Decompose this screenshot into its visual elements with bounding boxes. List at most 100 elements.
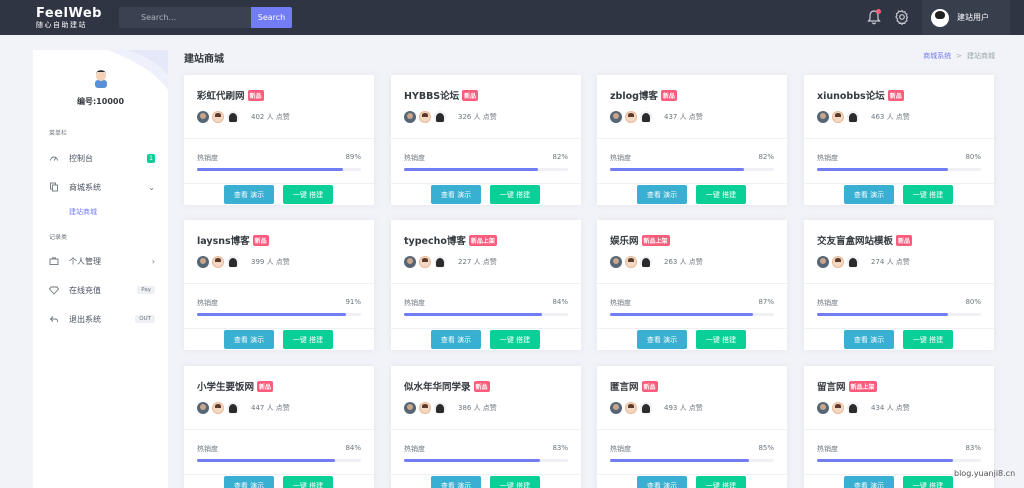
- product-name: 小学生要饭网: [197, 382, 255, 393]
- like-count: 437 人 点赞: [664, 113, 703, 121]
- new-tag: 新品上架: [468, 234, 497, 246]
- product-title: 娱乐网 新品上架: [610, 233, 670, 247]
- heat-value: 83%: [965, 444, 981, 452]
- section-records: 记录类: [49, 234, 68, 241]
- like-count: 274 人 点赞: [871, 258, 910, 266]
- sidebar-item-profile[interactable]: 个人管理 ›: [49, 254, 155, 268]
- heat-label: 热销度: [197, 154, 218, 162]
- heat-label: 热销度: [610, 299, 631, 307]
- divider: [804, 429, 994, 430]
- divider: [184, 138, 374, 139]
- heat-progress-fill: [404, 313, 542, 316]
- view-demo-button[interactable]: 查看 演示: [431, 330, 481, 349]
- heat-progress-fill: [817, 313, 949, 316]
- view-demo-button[interactable]: 查看 演示: [224, 330, 274, 349]
- product-card: 小学生要饭网 新品 447 人 点赞 热销度 84% 查看 演示 一键 搭建: [184, 366, 374, 488]
- like-count: 434 人 点赞: [871, 404, 910, 412]
- view-demo-button[interactable]: 查看 演示: [844, 476, 894, 488]
- divider: [804, 283, 994, 284]
- one-click-build-button[interactable]: 一键 搭建: [490, 330, 540, 349]
- product-card: zblog博客 新品 437 人 点赞 热销度 82% 查看 演示 一键 搭建: [597, 75, 787, 205]
- breadcrumb-link[interactable]: 商城系统: [923, 52, 951, 60]
- divider: [391, 138, 581, 139]
- divider: [391, 429, 581, 430]
- search-input[interactable]: Search...: [119, 7, 251, 28]
- avatar: [931, 8, 949, 27]
- sidebar-item-recharge[interactable]: 在线充值 Pay: [49, 283, 155, 297]
- logo[interactable]: FeelWeb 随心自助建站: [0, 7, 110, 29]
- avatar: [95, 70, 107, 88]
- view-demo-button[interactable]: 查看 演示: [224, 185, 274, 204]
- divider: [184, 183, 374, 184]
- view-demo-button[interactable]: 查看 演示: [844, 330, 894, 349]
- view-demo-button[interactable]: 查看 演示: [224, 476, 274, 488]
- heat-progress-bar: [817, 313, 981, 316]
- sidebar-subitem-site-store[interactable]: 建站商城: [69, 207, 97, 217]
- notification-dot: [876, 9, 881, 14]
- avatar: [212, 256, 224, 268]
- one-click-build-button[interactable]: 一键 搭建: [696, 476, 746, 488]
- diamond-icon: [49, 286, 59, 295]
- heat-value: 85%: [758, 444, 774, 452]
- divider: [597, 283, 787, 284]
- avatar: [212, 111, 224, 123]
- count-badge: 1: [147, 153, 155, 163]
- product-name: 彩虹代刷网: [197, 91, 245, 102]
- view-demo-button[interactable]: 查看 演示: [844, 185, 894, 204]
- avatar: [434, 402, 446, 414]
- new-tag: 新品: [473, 380, 490, 392]
- like-count: 263 人 点赞: [664, 258, 703, 266]
- sidebar-item-shop-system[interactable]: 商城系统 ⌄: [49, 180, 155, 194]
- product-name: 娱乐网: [610, 236, 639, 247]
- watermark: blog.yuanji8.cn: [954, 469, 1016, 478]
- one-click-build-button[interactable]: 一键 搭建: [903, 185, 953, 204]
- chevron-down-icon: ⌄: [148, 182, 155, 192]
- avatar: [832, 402, 844, 414]
- one-click-build-button[interactable]: 一键 搭建: [903, 330, 953, 349]
- divider: [184, 283, 374, 284]
- sidebar-item-logout[interactable]: 退出系统 OUT: [49, 312, 155, 326]
- like-count: 493 人 点赞: [664, 404, 703, 412]
- sidebar-item-dashboard[interactable]: 控制台 1: [49, 151, 155, 165]
- heat-progress-bar: [404, 168, 568, 171]
- heat-value: 91%: [345, 298, 361, 306]
- view-demo-button[interactable]: 查看 演示: [431, 476, 481, 488]
- divider: [184, 474, 374, 475]
- like-count: 386 人 点赞: [458, 404, 497, 412]
- one-click-build-button[interactable]: 一键 搭建: [490, 185, 540, 204]
- one-click-build-button[interactable]: 一键 搭建: [696, 185, 746, 204]
- one-click-build-button[interactable]: 一键 搭建: [903, 476, 953, 488]
- heat-value: 84%: [345, 444, 361, 452]
- one-click-build-button[interactable]: 一键 搭建: [283, 476, 333, 488]
- heat-value: 83%: [552, 444, 568, 452]
- avatar: [640, 111, 652, 123]
- liker-avatars: 399 人 点赞: [197, 256, 290, 268]
- avatar: [817, 256, 829, 268]
- one-click-build-button[interactable]: 一键 搭建: [696, 330, 746, 349]
- avatar: [640, 402, 652, 414]
- heat-label: 热销度: [404, 299, 425, 307]
- user-menu[interactable]: 建站用户: [922, 0, 1010, 35]
- new-tag: 新品: [247, 89, 264, 101]
- heat-progress-bar: [197, 459, 361, 462]
- heat-value: 80%: [965, 298, 981, 306]
- avatar: [625, 256, 637, 268]
- avatar: [610, 256, 622, 268]
- divider: [391, 474, 581, 475]
- view-demo-button[interactable]: 查看 演示: [637, 185, 687, 204]
- liker-avatars: 437 人 点赞: [610, 111, 703, 123]
- view-demo-button[interactable]: 查看 演示: [637, 330, 687, 349]
- gear-icon[interactable]: [894, 9, 910, 25]
- view-demo-button[interactable]: 查看 演示: [431, 185, 481, 204]
- new-tag: 新品: [887, 89, 904, 101]
- one-click-build-button[interactable]: 一键 搭建: [490, 476, 540, 488]
- divider: [804, 138, 994, 139]
- heat-progress-bar: [404, 313, 568, 316]
- one-click-build-button[interactable]: 一键 搭建: [283, 185, 333, 204]
- search-button[interactable]: Search: [251, 7, 292, 28]
- one-click-build-button[interactable]: 一键 搭建: [283, 330, 333, 349]
- divider: [391, 283, 581, 284]
- product-title: 彩虹代刷网 新品: [197, 88, 264, 102]
- view-demo-button[interactable]: 查看 演示: [637, 476, 687, 488]
- product-title: typecho博客 新品上架: [404, 233, 497, 247]
